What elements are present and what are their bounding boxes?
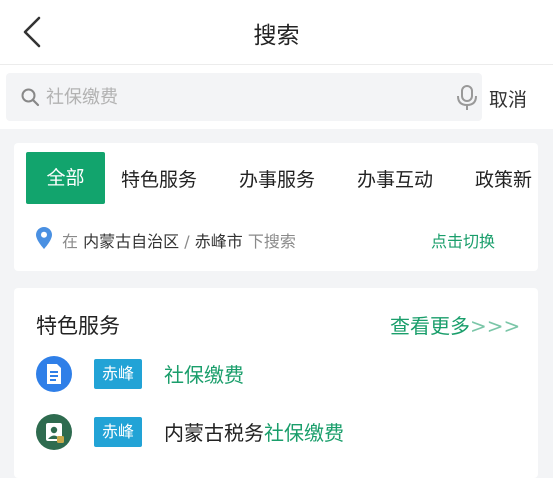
microphone-icon[interactable] bbox=[453, 85, 481, 111]
location-prefix: 在 bbox=[62, 232, 79, 251]
search-icon bbox=[21, 88, 40, 107]
location-separator: / bbox=[184, 232, 190, 251]
location-suffix: 下搜索 bbox=[247, 232, 296, 251]
search-box[interactable] bbox=[6, 73, 482, 121]
result-item[interactable]: 赤峰 内蒙古税务社保缴费 bbox=[36, 414, 516, 454]
region-badge: 赤峰 bbox=[94, 359, 143, 389]
tab-featured-services[interactable]: 特色服务 bbox=[121, 165, 197, 192]
location-row: 在 内蒙古自治区 / 赤峰市 下搜索 点击切换 bbox=[36, 227, 536, 251]
cancel-button[interactable]: 取消 bbox=[489, 85, 527, 112]
view-more-arrows: >>> bbox=[470, 314, 521, 338]
switch-location-link[interactable]: 点击切换 bbox=[431, 228, 495, 252]
location-city: 赤峰市 bbox=[194, 232, 243, 251]
result-title: 社保缴费 bbox=[164, 359, 244, 388]
featured-services-section: 特色服务 查看更多>>> 赤峰 社保缴费 赤峰 内蒙古税务社保缴费 bbox=[14, 288, 538, 478]
document-icon bbox=[36, 356, 72, 392]
location-pin-icon bbox=[36, 227, 52, 249]
result-prefix: 内蒙古税务 bbox=[164, 421, 264, 445]
page-title: 搜索 bbox=[253, 23, 300, 49]
result-highlight: 社保缴费 bbox=[164, 363, 244, 387]
view-more-label: 查看更多 bbox=[390, 314, 470, 338]
tax-badge-icon bbox=[36, 414, 72, 450]
tab-office-interaction[interactable]: 办事互动 bbox=[357, 165, 433, 192]
location-region: 内蒙古自治区 bbox=[83, 232, 180, 251]
search-bar: 取消 bbox=[0, 65, 553, 129]
tab-office-services[interactable]: 办事服务 bbox=[239, 165, 315, 192]
result-highlight: 社保缴费 bbox=[264, 421, 344, 445]
result-item[interactable]: 赤峰 社保缴费 bbox=[36, 356, 516, 396]
tab-all[interactable]: 全部 bbox=[26, 152, 105, 204]
result-title: 内蒙古税务社保缴费 bbox=[164, 417, 344, 446]
location-text: 在 内蒙古自治区 / 赤峰市 下搜索 bbox=[62, 228, 296, 252]
region-badge: 赤峰 bbox=[94, 417, 143, 447]
filter-card: 全部 特色服务 办事服务 办事互动 政策新 在 内蒙古自治区 / 赤峰市 下搜索… bbox=[14, 143, 538, 271]
search-input[interactable] bbox=[46, 83, 426, 111]
section-title: 特色服务 bbox=[36, 314, 120, 338]
header: 搜索 bbox=[0, 0, 553, 65]
view-more-link[interactable]: 查看更多>>> bbox=[390, 310, 520, 339]
tab-policy[interactable]: 政策新 bbox=[475, 165, 532, 192]
category-tabs: 全部 特色服务 办事服务 办事互动 政策新 bbox=[14, 143, 538, 223]
